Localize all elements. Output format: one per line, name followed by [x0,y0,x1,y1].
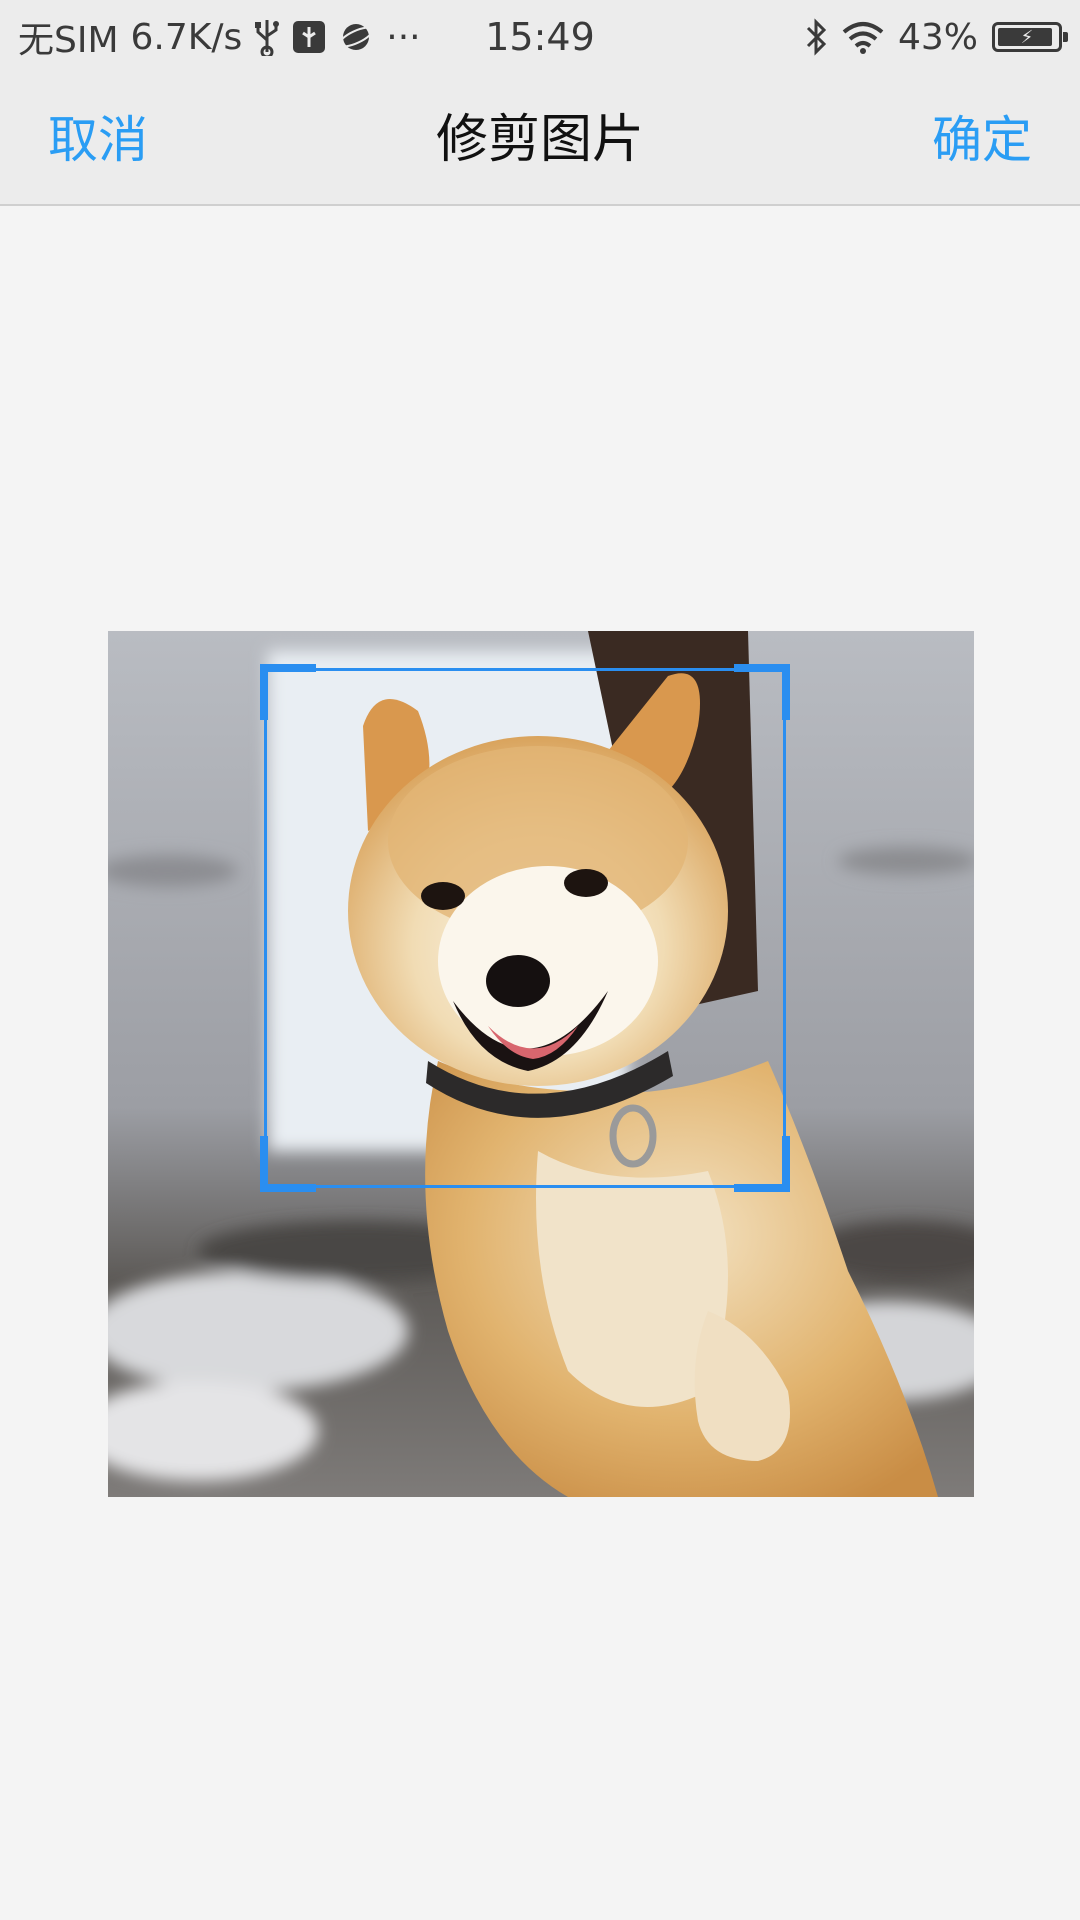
crop-handle-top-right[interactable] [734,664,790,720]
crop-frame[interactable] [260,664,790,1192]
bluetooth-icon [804,18,828,56]
confirm-button[interactable]: 确定 [932,74,1032,206]
battery-percent: 43% [897,16,978,58]
nav-bar: 取消 修剪图片 确定 [0,74,1080,206]
status-bar: 无SIM 6.7K/s ··· 15:49 43% ⚡ [0,0,1080,74]
crop-handle-top-left[interactable] [260,664,316,720]
battery-charging-icon: ⚡ [992,22,1068,52]
crop-handle-bottom-left[interactable] [260,1136,316,1192]
status-right: 43% ⚡ [804,12,1068,62]
wifi-icon [842,20,884,54]
crop-handle-bottom-right[interactable] [734,1136,790,1192]
page-title: 修剪图片 [435,110,644,170]
